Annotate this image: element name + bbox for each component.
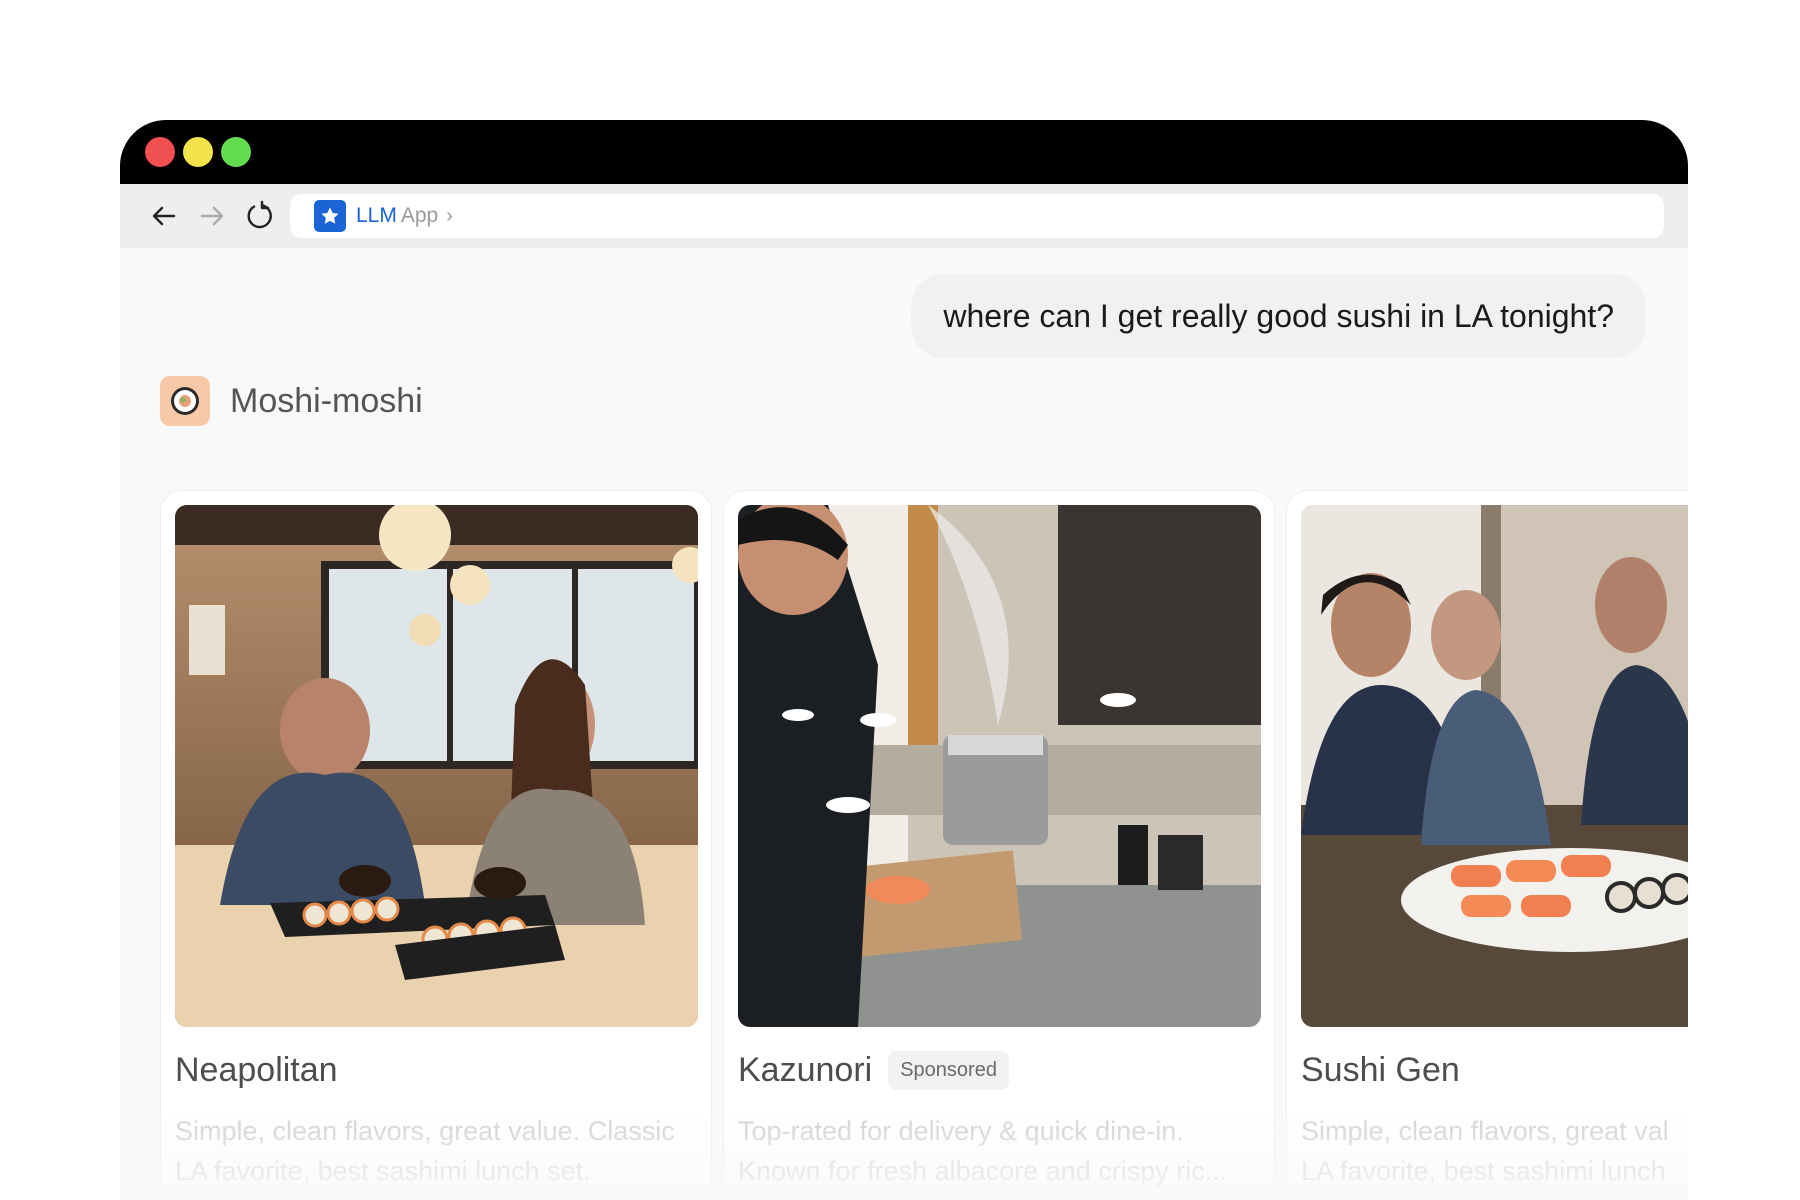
title-bar bbox=[120, 120, 1688, 184]
address-app: App bbox=[400, 204, 439, 227]
assistant-name: Moshi-moshi bbox=[230, 381, 423, 420]
address-bar[interactable]: LLM App › bbox=[290, 194, 1664, 238]
restaurant-description: Simple, clean flavors, great val LA favo… bbox=[1301, 1111, 1688, 1191]
description-line: LA favorite, best sashimi lunch set. bbox=[175, 1156, 591, 1186]
arrow-right-icon bbox=[200, 206, 224, 226]
restaurant-name: Sushi Gen bbox=[1301, 1051, 1460, 1089]
description-line: Top-rated for delivery & quick dine-in. bbox=[738, 1116, 1184, 1146]
card-title-row: Neapolitan bbox=[175, 1051, 338, 1090]
restaurant-photo bbox=[175, 505, 698, 1027]
description-line: Simple, clean flavors, great val bbox=[1301, 1116, 1669, 1146]
restaurant-description: Simple, clean flavors, great value. Clas… bbox=[175, 1111, 715, 1191]
chat-content: where can I get really good sushi in LA … bbox=[120, 248, 1688, 1200]
restaurant-card[interactable]: Neapolitan Simple, clean flavors, great … bbox=[160, 490, 712, 1200]
sushi-roll-icon bbox=[160, 376, 210, 426]
arrow-left-icon bbox=[152, 206, 176, 226]
browser-window: LLM App › where can I get really good su… bbox=[120, 120, 1688, 1200]
description-line: Simple, clean flavors, great value. Clas… bbox=[175, 1116, 675, 1146]
address-brand: LLM bbox=[356, 204, 397, 227]
restaurant-name: Kazunori bbox=[738, 1051, 873, 1089]
card-title-row: Kazunori Sponsored bbox=[738, 1051, 1009, 1090]
zoom-window-button[interactable] bbox=[221, 137, 251, 167]
user-message-text: where can I get really good sushi in LA … bbox=[943, 297, 1614, 334]
restaurant-photo bbox=[1301, 505, 1688, 1027]
close-window-button[interactable] bbox=[145, 137, 175, 167]
chevron-right-icon: › bbox=[446, 204, 453, 227]
restaurant-description: Top-rated for delivery & quick dine-in. … bbox=[738, 1111, 1278, 1191]
user-message-bubble: where can I get really good sushi in LA … bbox=[911, 274, 1646, 358]
star-icon bbox=[314, 200, 346, 232]
reload-icon bbox=[247, 201, 272, 229]
forward-button[interactable] bbox=[194, 198, 230, 234]
restaurant-photo bbox=[738, 505, 1261, 1027]
assistant-header: Moshi-moshi bbox=[160, 376, 423, 426]
back-button[interactable] bbox=[146, 198, 182, 234]
description-line: Known for fresh albacore and crispy ric.… bbox=[738, 1156, 1228, 1186]
description-line: LA favorite, best sashimi lunch bbox=[1301, 1156, 1666, 1186]
reload-button[interactable] bbox=[242, 198, 278, 234]
minimize-window-button[interactable] bbox=[183, 137, 213, 167]
restaurant-cards: Neapolitan Simple, clean flavors, great … bbox=[160, 490, 1688, 1200]
card-title-row: Sushi Gen bbox=[1301, 1051, 1460, 1090]
restaurant-name: Neapolitan bbox=[175, 1051, 338, 1089]
restaurant-card[interactable]: Kazunori Sponsored Top-rated for deliver… bbox=[723, 490, 1275, 1200]
sponsored-badge: Sponsored bbox=[888, 1051, 1009, 1090]
restaurant-card[interactable]: Sushi Gen Simple, clean flavors, great v… bbox=[1286, 490, 1688, 1200]
browser-toolbar: LLM App › bbox=[120, 184, 1688, 248]
